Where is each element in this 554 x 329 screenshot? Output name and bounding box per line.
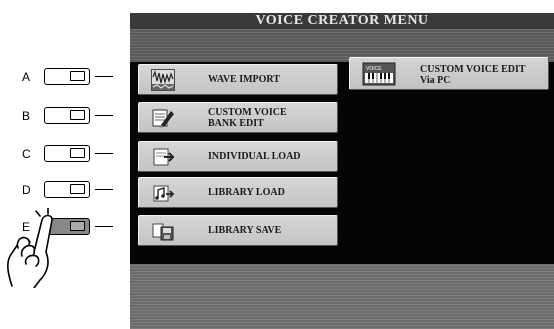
panel-button-connector-line (95, 76, 113, 77)
pc-item-label: CUSTOM VOICE EDIT Via PC (420, 64, 526, 86)
panel-button-d[interactable] (44, 181, 90, 198)
icon-voice-text: VOICE (366, 66, 382, 72)
panel-letter-a: A (22, 70, 31, 84)
pc-item-label-line2: Via PC (420, 75, 451, 86)
menu-item-wave-import[interactable]: WAVE IMPORT (138, 64, 338, 95)
panel-button-connector-line (95, 153, 113, 154)
panel-button-row-d: D (0, 180, 125, 200)
panel-letter-c: C (22, 147, 31, 161)
pressing-hand-icon (7, 208, 53, 288)
panel-button-connector-line (95, 115, 113, 116)
menu-item-label: CUSTOM VOICE BANK EDIT (208, 106, 287, 129)
menu-item-label: INDIVIDUAL LOAD (208, 151, 301, 162)
panel-button-a[interactable] (44, 68, 90, 85)
button-led (70, 148, 85, 158)
menu-item-custom-voice-bank-edit[interactable]: CUSTOM VOICE BANK EDIT (138, 102, 338, 133)
button-led (70, 221, 85, 231)
menu-item-label: LIBRARY LOAD (208, 187, 285, 198)
library-save-icon (152, 223, 174, 241)
menu-item-label: LIBRARY SAVE (208, 225, 282, 236)
wave-icon (151, 69, 175, 91)
panel-letter-d: D (22, 183, 31, 197)
panel-button-connector-line (95, 189, 113, 190)
panel-button-b[interactable] (44, 107, 90, 124)
menu-item-library-load[interactable]: LIBRARY LOAD (138, 177, 338, 208)
panel-letter-b: B (22, 109, 31, 123)
panel-button-row-c: C (0, 144, 125, 164)
menu-item-library-save[interactable]: LIBRARY SAVE (138, 215, 338, 246)
button-led (70, 110, 85, 120)
panel-button-c[interactable] (44, 145, 90, 162)
panel-button-connector-line (95, 226, 113, 227)
menu-item-custom-voice-edit-via-pc[interactable]: VOICE CUSTOM VOICE EDIT Via PC (349, 57, 549, 90)
individual-load-icon (153, 148, 175, 166)
library-load-icon (153, 185, 175, 202)
panel-button-row-a: A (0, 67, 125, 87)
menu-item-label: WAVE IMPORT (208, 74, 280, 85)
button-led (70, 71, 85, 81)
pc-item-label-line1: CUSTOM VOICE EDIT (420, 64, 526, 75)
button-led (70, 184, 85, 194)
lcd-screen: VOICE CREATOR MENU WAVE IMPORT CUSTOM VO… (130, 13, 554, 329)
voice-keyboard-icon: VOICE (362, 62, 396, 86)
menu-item-individual-load[interactable]: INDIVIDUAL LOAD (138, 141, 338, 172)
bank-edit-icon (152, 109, 174, 128)
screen-title: VOICE CREATOR MENU (130, 13, 554, 29)
panel-button-row-b: B (0, 106, 125, 126)
